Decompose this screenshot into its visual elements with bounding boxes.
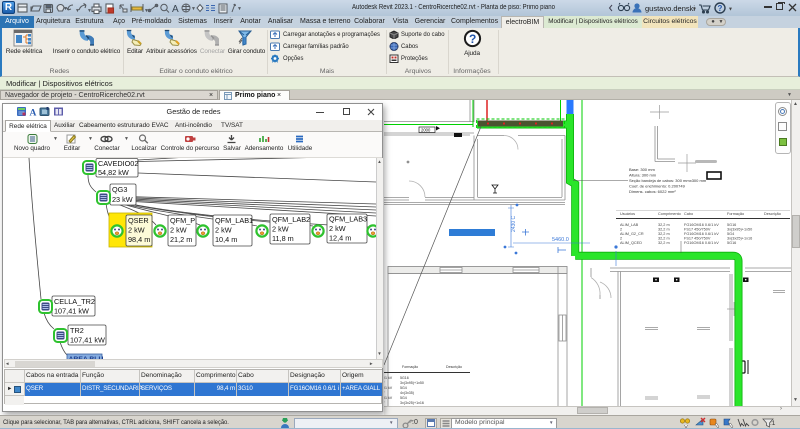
svg-text:2 kW: 2 kW — [128, 226, 145, 235]
svg-text:A: A — [172, 4, 179, 15]
svg-text:98,4 m: 98,4 m — [128, 235, 150, 244]
svg-text:5G16: 5G16 — [727, 241, 736, 245]
svg-text:3x(3x95)+1x50: 3x(3x95)+1x50 — [400, 381, 424, 385]
svg-text:2 kW: 2 kW — [329, 224, 346, 233]
svg-text:Descrição: Descrição — [764, 212, 781, 216]
svg-text:ALIM_QCED: ALIM_QCED — [620, 241, 642, 245]
svg-text:▼: ▼ — [63, 6, 68, 12]
svg-text:5G4: 5G4 — [727, 232, 734, 236]
svg-text:Coef. de enchimento: 0.200749: Coef. de enchimento: 0.200749 — [629, 184, 686, 189]
svg-text:Dimens. cabos: 6022 mm²: Dimens. cabos: 6022 mm² — [629, 189, 676, 194]
svg-text:3x(3x95)+1x50: 3x(3x95)+1x50 — [727, 228, 752, 232]
svg-text:21,2 m: 21,2 m — [170, 235, 192, 244]
svg-text:TR2: TR2 — [70, 326, 84, 335]
svg-text:Comprimento: Comprimento — [658, 212, 681, 216]
svg-text:2: 2 — [620, 237, 622, 241]
svg-text:▼: ▼ — [144, 8, 149, 14]
svg-text:': ' — [384, 401, 385, 405]
svg-text:▼: ▼ — [237, 6, 242, 12]
svg-text:107,41 kW: 107,41 kW — [54, 307, 89, 316]
svg-text:?: ? — [469, 32, 476, 46]
svg-text:Base: 300 mm: Base: 300 mm — [629, 167, 655, 172]
svg-text:CAVEDIO02: CAVEDIO02 — [98, 159, 138, 168]
svg-text:QFM_LAB2: QFM_LAB2 — [272, 215, 310, 224]
svg-text:32,2 m: 32,2 m — [658, 241, 670, 245]
svg-text:Seção bandeja de cabos: 300 mm: Seção bandeja de cabos: 300 mmx300 mm — [629, 178, 707, 183]
svg-text:▼: ▼ — [191, 6, 196, 12]
svg-text:32,2 m: 32,2 m — [658, 228, 670, 232]
svg-text:5G4: 5G4 — [400, 386, 407, 390]
svg-text:': ' — [384, 391, 385, 395]
svg-text:QSER: QSER — [128, 216, 149, 225]
svg-text:3x(3x25)+1x16: 3x(3x25)+1x16 — [400, 401, 424, 405]
svg-text:32,2 m: 32,2 m — [658, 223, 670, 227]
svg-text:': ' — [384, 381, 385, 385]
svg-text:107,41 kW: 107,41 kW — [70, 336, 105, 345]
svg-text:?: ? — [718, 4, 723, 13]
svg-text:2000: 2000 — [421, 128, 431, 133]
svg-text:5G16: 5G16 — [727, 223, 736, 227]
svg-text:/1 kV: /1 kV — [384, 376, 393, 380]
svg-text:FG16OM16 0.6/1 kV: FG16OM16 0.6/1 kV — [684, 241, 719, 245]
svg-text:FS17 450/750V: FS17 450/750V — [684, 237, 711, 241]
svg-text:Descrição: Descrição — [446, 365, 462, 369]
svg-text:4x(3x35): 4x(3x35) — [400, 391, 414, 395]
svg-text:FS17 450/750V: FS17 450/750V — [684, 228, 711, 232]
svg-text:11,8 m: 11,8 m — [272, 234, 294, 243]
svg-text:32,2 m: 32,2 m — [658, 237, 670, 241]
svg-text:Formação: Formação — [402, 365, 418, 369]
svg-text:54,82 kW: 54,82 kW — [98, 168, 129, 177]
svg-text:Altura: 300 mm: Altura: 300 mm — [629, 173, 657, 178]
svg-text:/1 kV: /1 kV — [384, 386, 393, 390]
svg-text:2 kW: 2 kW — [272, 225, 289, 234]
svg-text:QFM_LAB3: QFM_LAB3 — [329, 215, 367, 224]
svg-text:QG3: QG3 — [112, 185, 127, 194]
svg-text:5460.0: 5460.0 — [552, 237, 569, 243]
svg-text:gustavo.denski: gustavo.denski — [645, 4, 695, 13]
svg-text:FG16OM16 0.6/1 kV: FG16OM16 0.6/1 kV — [684, 232, 719, 236]
svg-text:5G16: 5G16 — [400, 376, 409, 380]
svg-text:▼: ▼ — [75, 8, 80, 14]
svg-text:QFM_P: QFM_P — [170, 216, 195, 225]
svg-text:12,4 m: 12,4 m — [329, 234, 351, 243]
svg-text:2: 2 — [620, 228, 622, 232]
svg-text:3x(3x25)+1x16: 3x(3x25)+1x16 — [727, 237, 752, 241]
svg-text:10,4 m: 10,4 m — [215, 235, 237, 244]
svg-text:/1 kV: /1 kV — [384, 396, 393, 400]
svg-text:Usuários: Usuários — [620, 212, 635, 216]
svg-text:23 kW: 23 kW — [112, 195, 133, 204]
svg-text:▼: ▼ — [87, 8, 92, 14]
svg-text:QFM_LAB1: QFM_LAB1 — [215, 216, 253, 225]
svg-text:▼: ▼ — [692, 7, 697, 13]
svg-text:2 kW: 2 kW — [215, 226, 232, 235]
svg-text:CELLA_TR2: CELLA_TR2 — [54, 297, 95, 306]
svg-text:Cabo: Cabo — [684, 212, 693, 216]
svg-text:FG16OM16 0.6/1 kV: FG16OM16 0.6/1 kV — [684, 223, 719, 227]
svg-text:▼: ▼ — [728, 7, 733, 13]
svg-text:Formação: Formação — [727, 212, 744, 216]
svg-text:5G4: 5G4 — [400, 396, 407, 400]
svg-text:ALIM_LAB: ALIM_LAB — [620, 223, 639, 227]
svg-text:2430 C: 2430 C — [511, 215, 517, 232]
svg-text:2 kW: 2 kW — [170, 226, 187, 235]
svg-text:ALIM_G2_CR: ALIM_G2_CR — [620, 232, 644, 236]
svg-text:32,2 m: 32,2 m — [658, 232, 670, 236]
